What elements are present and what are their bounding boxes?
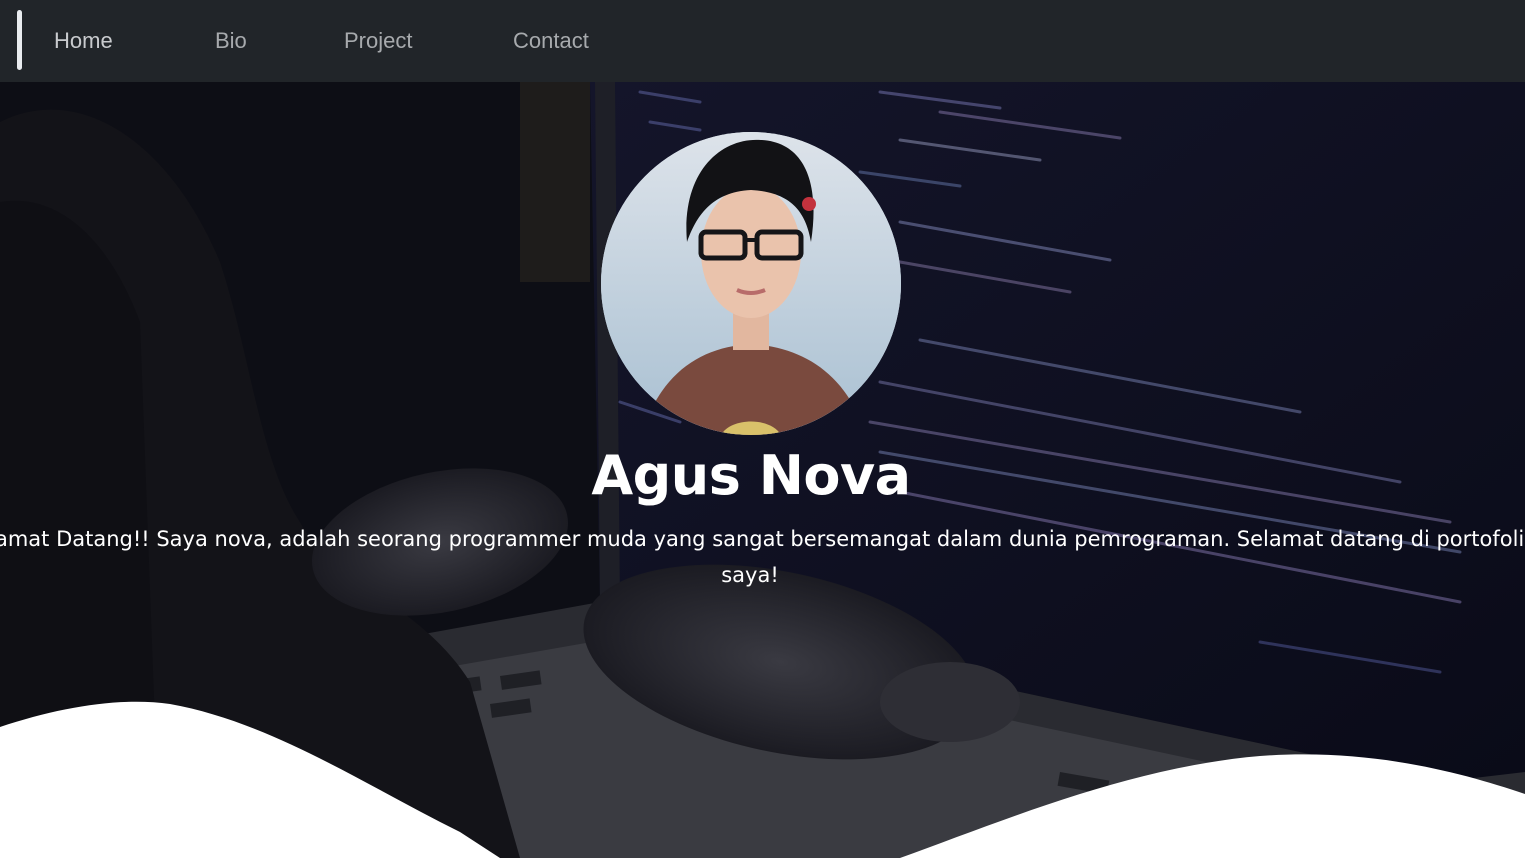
nav-link-contact[interactable]: Contact [513,26,589,56]
nav-link-bio[interactable]: Bio [215,26,247,56]
hero-description: Selamat Datang!! Saya nova, adalah seora… [0,527,1525,587]
nav-link-home[interactable]: Home [54,26,113,56]
hero-name: Agus Nova [591,444,911,507]
profile-avatar [601,132,901,435]
top-navbar: Home Bio Project Contact [0,0,1525,82]
navbar-brand-bar [17,10,22,70]
hero-section: Agus Nova Selamat Datang!! Saya nova, ad… [0,82,1525,858]
nav-link-project[interactable]: Project [344,26,412,56]
